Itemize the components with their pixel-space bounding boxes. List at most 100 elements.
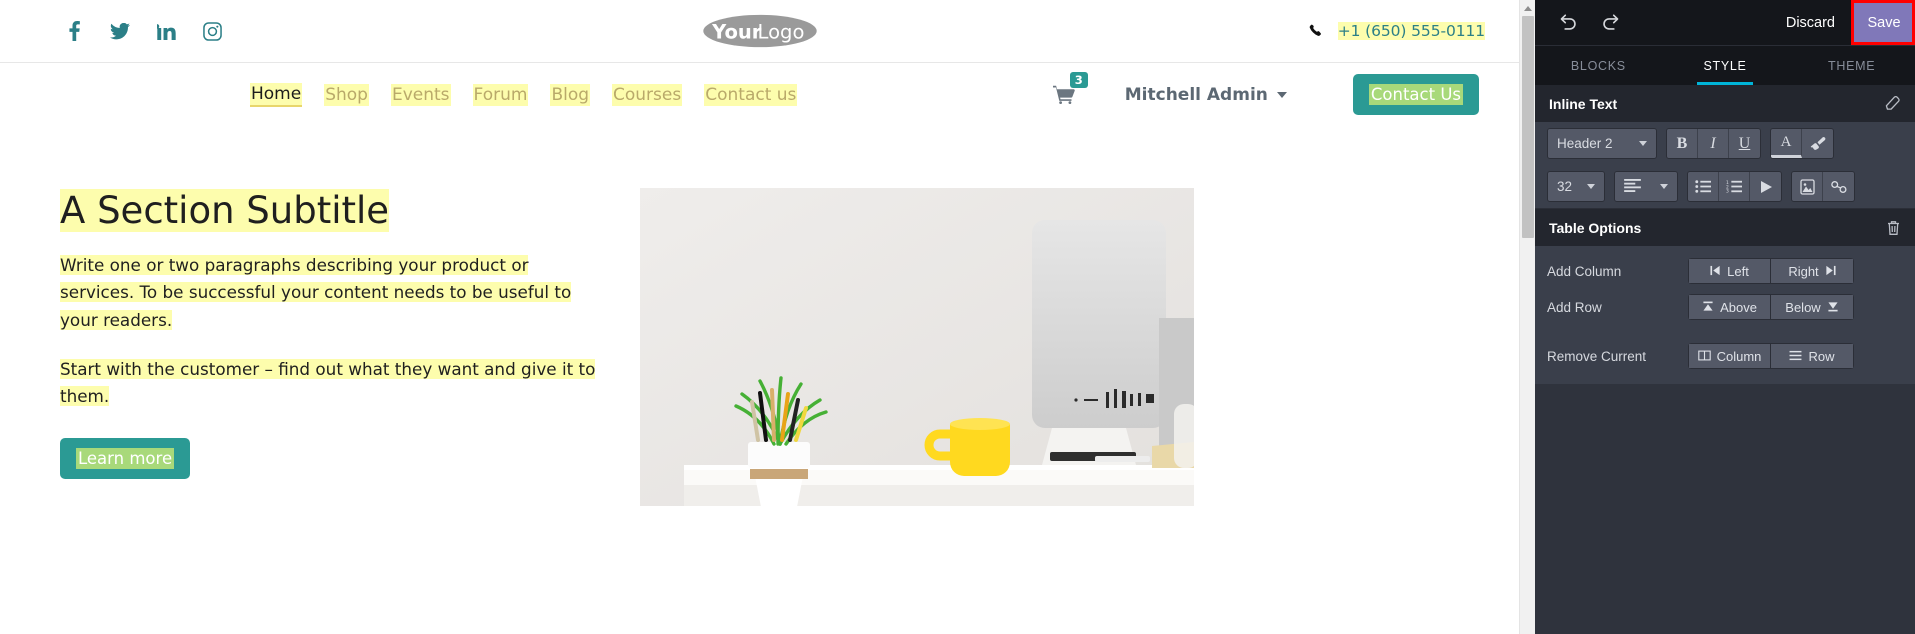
your-logo-image: Your Logo [702, 14, 817, 48]
editor-screen: Your Logo +1 (650) 555-0111 Home Shop Ev… [0, 0, 1915, 634]
italic-button[interactable]: I [1698, 129, 1729, 158]
align-select[interactable] [1615, 172, 1677, 201]
table-options-title: Table Options [1549, 219, 1642, 236]
font-size-group: 32 [1547, 171, 1605, 202]
page-scrollbar[interactable] [1519, 0, 1535, 634]
table-options-body: Add Column Left Right Add Row Above Belo… [1535, 246, 1915, 384]
editor-toolbar: Discard Save [1535, 0, 1915, 45]
redo-button[interactable] [1589, 0, 1631, 45]
nav-item-shop[interactable]: Shop [324, 83, 369, 106]
hero-image-column [640, 188, 1519, 506]
user-menu[interactable]: Mitchell Admin [1125, 85, 1287, 105]
scroll-up-arrow-icon[interactable] [1520, 0, 1535, 16]
phone-number[interactable]: +1 (650) 555-0111 [1337, 22, 1485, 40]
editor-actions: Discard Save [1768, 0, 1915, 45]
instagram-icon[interactable] [202, 20, 222, 42]
contact-us-button[interactable]: Contact Us [1352, 74, 1479, 115]
inline-text-toolbar-row-1: Header 2 B I U A [1535, 122, 1915, 165]
tab-blocks[interactable]: BLOCKS [1535, 46, 1662, 85]
add-column-left-label: Left [1727, 263, 1749, 279]
nav-item-blog[interactable]: Blog [550, 83, 591, 106]
add-column-left-button[interactable]: Left [1688, 258, 1771, 284]
remove-current-row: Remove Current Column Row [1535, 338, 1915, 374]
add-column-label: Add Column [1547, 263, 1622, 279]
hero-paragraph-2[interactable]: Start with the customer – find out what … [60, 356, 596, 410]
learn-more-label: Learn more [76, 448, 175, 470]
editor-panel: Discard Save BLOCKS STYLE THEME Inline T… [1535, 0, 1915, 634]
inline-text-toolbar-row-2: 32 123 [1535, 165, 1915, 208]
nav-item-home[interactable]: Home [250, 82, 303, 107]
svg-text:3: 3 [1726, 189, 1729, 193]
insert-group [1791, 171, 1855, 202]
discard-button[interactable]: Discard [1768, 0, 1853, 45]
twitter-icon[interactable] [110, 20, 130, 42]
add-row-below-button[interactable]: Below [1771, 294, 1854, 320]
alignment-group [1614, 171, 1678, 202]
save-button[interactable]: Save [1853, 0, 1915, 45]
add-row-label: Add Row [1547, 299, 1602, 315]
remove-current-buttons: Column Row [1688, 343, 1854, 369]
nav-item-courses[interactable]: Courses [612, 83, 683, 106]
phone-icon [1309, 24, 1324, 39]
remove-row-button[interactable]: Row [1771, 343, 1854, 369]
bullet-list-icon[interactable] [1688, 172, 1719, 201]
list-group: 123 [1687, 171, 1782, 202]
hero-section: A Section Subtitle Write one or two para… [0, 126, 1519, 506]
facebook-icon[interactable] [64, 20, 84, 42]
paragraph-style-select[interactable]: Header 2 [1548, 129, 1656, 158]
nav-item-events[interactable]: Events [390, 83, 451, 106]
svg-text:Logo: Logo [757, 20, 804, 43]
scrollbar-thumb[interactable] [1522, 16, 1534, 238]
paragraph-style-value: Header 2 [1557, 136, 1613, 151]
phone-block: +1 (650) 555-0111 [1309, 22, 1485, 40]
nav-item-contact-us[interactable]: Contact us [704, 83, 798, 106]
numbered-list-icon[interactable]: 123 [1719, 172, 1750, 201]
link-icon[interactable] [1823, 172, 1854, 201]
add-column-row: Add Column Left Right [1535, 253, 1915, 289]
add-row-above-button[interactable]: Above [1688, 294, 1771, 320]
learn-more-button[interactable]: Learn more [60, 438, 191, 480]
cart-count-badge: 3 [1069, 72, 1088, 89]
cart-button[interactable]: 3 [1052, 72, 1088, 104]
inline-text-title: Inline Text [1549, 95, 1618, 112]
add-row-row: Add Row Above Below [1535, 289, 1915, 325]
bold-button[interactable]: B [1667, 129, 1698, 158]
remove-column-button[interactable]: Column [1688, 343, 1771, 369]
remove-row-label: Row [1808, 348, 1835, 364]
undo-button[interactable] [1547, 0, 1589, 45]
add-column-right-button[interactable]: Right [1771, 258, 1854, 284]
website-preview: Your Logo +1 (650) 555-0111 Home Shop Ev… [0, 0, 1535, 634]
eraser-icon[interactable] [1884, 96, 1901, 111]
remove-column-label: Column [1716, 348, 1762, 364]
underline-button[interactable]: U [1729, 129, 1760, 158]
nav-item-forum[interactable]: Forum [472, 83, 529, 106]
add-column-right-label: Right [1788, 263, 1819, 279]
tab-theme[interactable]: THEME [1788, 46, 1915, 85]
site-logo[interactable]: Your Logo [0, 0, 1519, 62]
hero-image[interactable] [640, 188, 1194, 506]
chevron-down-icon [1639, 141, 1647, 146]
trash-icon[interactable] [1886, 220, 1901, 236]
text-format-group: B I U [1666, 128, 1761, 159]
align-left-icon [1624, 178, 1641, 195]
hero-title-row: A Section Subtitle [60, 188, 596, 234]
hero-title[interactable]: A Section Subtitle [60, 189, 390, 232]
chevron-down-icon [1587, 184, 1595, 189]
play-icon[interactable] [1750, 172, 1781, 201]
svg-text:Your: Your [711, 20, 762, 43]
arrow-to-top-icon [1702, 300, 1714, 315]
font-color-button[interactable]: A [1771, 129, 1802, 158]
tab-style[interactable]: STYLE [1662, 46, 1789, 85]
inline-text-section-header: Inline Text [1535, 85, 1915, 122]
add-row-above-label: Above [1720, 299, 1757, 315]
chevron-down-icon [1276, 91, 1287, 98]
image-icon[interactable] [1792, 172, 1823, 201]
hero-text-column: A Section Subtitle Write one or two para… [0, 188, 640, 506]
linkedin-icon[interactable] [156, 20, 176, 42]
arrow-to-left-icon [1710, 264, 1721, 279]
background-color-button[interactable] [1802, 129, 1833, 158]
chevron-down-icon [1660, 184, 1668, 189]
editor-tabs: BLOCKS STYLE THEME [1535, 45, 1915, 85]
hero-paragraph-1[interactable]: Write one or two paragraphs describing y… [60, 252, 596, 334]
font-size-select[interactable]: 32 [1548, 172, 1604, 201]
